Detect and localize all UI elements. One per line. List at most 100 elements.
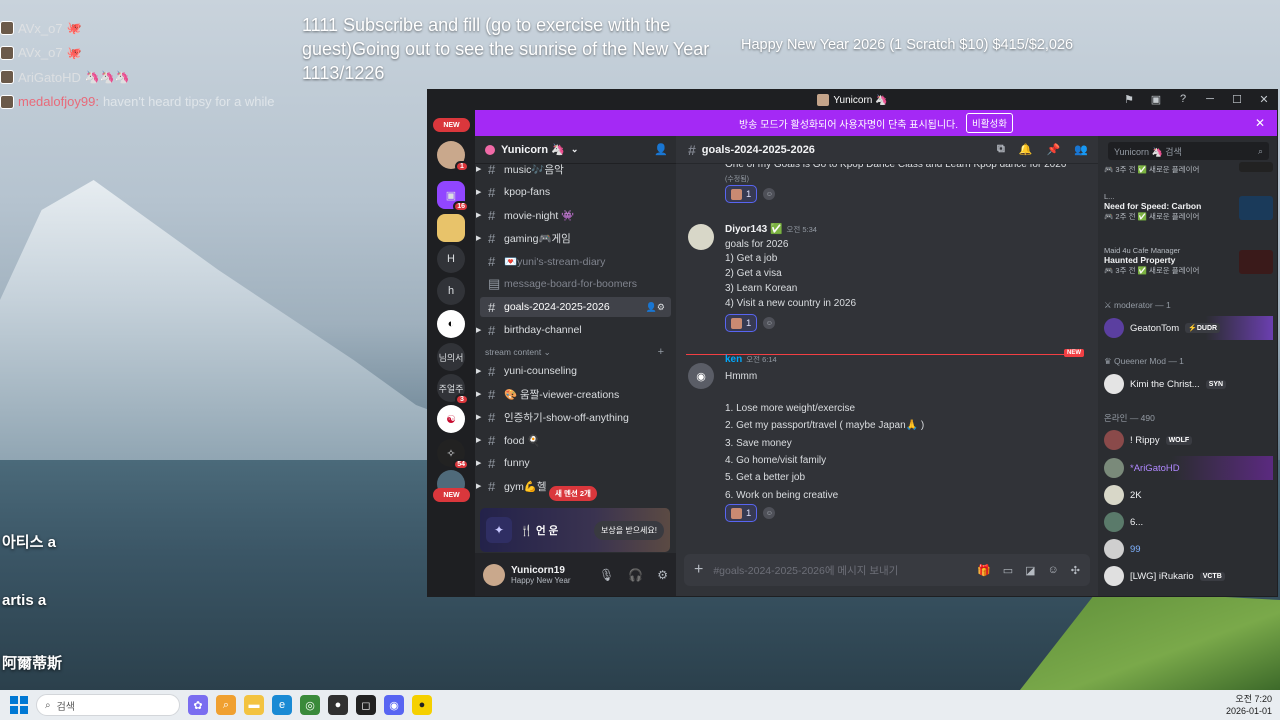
inbox-icon[interactable]: ⚑ [1122,93,1136,106]
obs-icon[interactable]: ● [328,695,348,715]
search-placeholder: 검색 [56,701,76,713]
channel-name: kpop-fans [504,186,551,198]
apps-icon[interactable]: ✣ [1071,564,1080,577]
activity-card[interactable]: L... Need for Speed: Carbon 🎮 2주 전 ✅ 새로운… [1104,192,1273,222]
plus-icon[interactable]: + [658,346,664,358]
server-icon[interactable]: H [437,245,465,273]
reaction[interactable]: 1 [725,504,758,522]
taskbar-search[interactable]: ⌕ 검색 [36,694,180,716]
microphone-icon[interactable]: 🎙 [599,568,614,582]
clock[interactable]: 오전 7:20 2026-01-01 [1226,693,1272,717]
screen-icon[interactable]: ▣ [1149,93,1163,106]
member-item[interactable]: *AriGatoHD [1104,456,1273,480]
server-icon[interactable]: 님의서 [437,343,465,371]
reaction[interactable]: 1 [725,185,758,203]
help-icon[interactable]: ? [1176,93,1190,106]
avatar[interactable] [688,224,714,250]
search-app-icon[interactable]: ⌕ [216,695,236,715]
app-icon[interactable]: ◻ [356,695,376,715]
channel-music[interactable]: ▶ # music🎶음악 [476,164,671,179]
new-mentions-pill[interactable]: 새 멘션 2개 [549,486,597,501]
folder-icon[interactable]: ▬ [244,695,264,715]
message-input[interactable]: #goals-2024-2025-2026에 메시지 보내기 [713,563,898,578]
kakaotalk-icon[interactable]: ● [412,695,432,715]
reward-card: ✦ 🍴 언 운 보상을 받으세요! [480,508,670,552]
channel-funny[interactable]: ▶ # funny [476,453,671,473]
headphones-icon[interactable]: 🎧 [628,568,643,582]
server-icon[interactable]: ◐ [437,310,465,338]
channel-goals[interactable]: # goals-2024-2025-2026 👤⚙ [480,297,671,317]
category-stream-content[interactable]: stream content ⌄ + [485,344,666,360]
search-icon: ⌕ [45,699,51,711]
add-member-icon[interactable]: 👤 [654,143,668,156]
minimize-icon[interactable]: ─ [1203,93,1217,106]
discord-avatar-icon[interactable]: ◉ [688,363,714,389]
chat-line: AriGatoHD 🦄🦄🦄 [0,65,275,90]
channel-show-off[interactable]: ▶ # 인증하기-show-off-anything [476,407,671,427]
avatar [1104,539,1124,559]
emoji-icon[interactable]: ☺ [1048,564,1059,577]
channel-birthday[interactable]: ▶ # birthday-channel [476,320,671,340]
server-icon[interactable]: 1 [437,141,469,172]
server-icon[interactable] [437,214,465,242]
disable-button[interactable]: 비활성화 [966,113,1014,133]
chat-message: haven't heard tipsy for a while [102,94,275,110]
message-line: 5. Get a better job [725,472,806,484]
server-icon[interactable]: h [437,277,465,305]
discord-icon[interactable]: ◉ [384,695,404,715]
windows-start-icon[interactable] [10,696,28,714]
channel-stream-diary[interactable]: # 💌yuni's-stream-diary [480,251,671,271]
avatar[interactable] [483,563,505,586]
member-item[interactable]: ! Rippy WOLF [1104,428,1273,452]
member-item[interactable]: 2K [1104,483,1273,507]
add-reaction-icon[interactable]: ☺ [763,317,776,329]
channel-yuni-counseling[interactable]: ▶ # yuni-counseling [476,361,671,381]
reaction[interactable]: 1 [725,314,758,332]
gear-icon[interactable]: ⚙ [657,568,668,582]
settings-icon[interactable]: 👤⚙ [646,302,665,313]
member-item[interactable]: Kimi the Christ... SYN [1104,372,1273,396]
channel-viewer-creations[interactable]: ▶ # 🎨 움짤-viewer-creations [476,384,671,404]
add-reaction-icon[interactable]: ☺ [763,188,776,200]
plus-icon[interactable]: + [694,561,703,579]
gif-icon[interactable]: ▭ [1003,564,1013,577]
member-item[interactable]: GeatonTom ⚡DUDR [1104,316,1273,340]
twitch-server-icon[interactable]: ▣ 16 [437,181,469,212]
channel-gaming[interactable]: ▶ # gaming🎮게임 [476,228,671,248]
search-input[interactable]: Yunicorn 🦄 검색 ⌕ [1108,142,1269,160]
threads-icon[interactable]: ⧉ [997,143,1005,156]
chrome-icon[interactable]: ◎ [300,695,320,715]
edge-icon[interactable]: e [272,695,292,715]
gift-icon[interactable]: 🎁 [977,564,991,577]
close-icon[interactable]: ✕ [1257,93,1271,106]
server-icon[interactable]: ✧ 54 [437,439,469,470]
message-author[interactable]: ken [725,354,742,365]
guild-header[interactable]: Yunicorn 🦄 ⌄ 👤 [475,136,676,164]
bell-icon[interactable]: 🔔 [1019,143,1033,156]
member-item[interactable]: 6... [1104,510,1273,534]
korea-server-icon[interactable]: ☯ [437,405,465,433]
channel-food[interactable]: ▶ # food 🍳 [476,430,671,450]
members-icon[interactable]: 👥 [1074,143,1088,156]
member-item[interactable]: [LWG] iRukario VCTB [1104,564,1273,588]
channel-movie-night[interactable]: ▶ # movie-night 👾 [476,205,671,225]
copilot-icon[interactable]: ✿ [188,695,208,715]
claim-reward-button[interactable]: 보상을 받으세요! [594,520,664,540]
channel-kpop-fans[interactable]: ▶ # kpop-fans [476,182,671,202]
close-icon[interactable]: ✕ [1255,116,1265,130]
message-author[interactable]: Diyor143 ✅ [725,224,782,235]
avatar [1104,430,1124,450]
server-icon[interactable]: 주얼주 3 [437,374,469,405]
game-art [1239,162,1273,172]
pin-icon[interactable]: 📌 [1047,143,1061,156]
maximize-icon[interactable]: ☐ [1230,93,1244,106]
activity-card[interactable]: 🎮 3주 전 ✅ 새로운 플레이어 [1104,162,1273,175]
message-composer[interactable]: + #goals-2024-2025-2026에 메시지 보내기 🎁 ▭ ◪ ☺… [684,554,1090,586]
activity-card[interactable]: Maid 4u Cafe Manager Haunted Property 🎮 … [1104,246,1273,276]
add-reaction-icon[interactable]: ☺ [763,507,776,519]
channel-message-board[interactable]: ▤ message-board-for-boomers [480,274,671,294]
member-item[interactable]: 99 [1104,537,1273,561]
sticker-icon[interactable]: ◪ [1025,564,1035,577]
channel-name: 🎨 움짤-viewer-creations [504,388,620,401]
reactions: 1 ☺ [725,185,776,203]
